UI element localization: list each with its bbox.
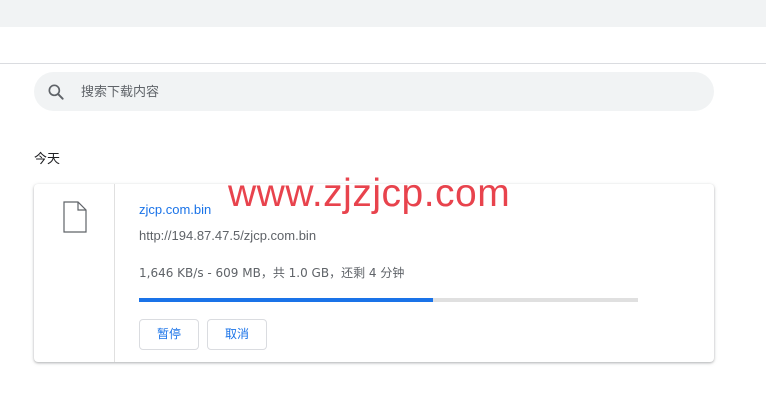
header-divider	[0, 63, 766, 64]
cancel-button[interactable]: 取消	[207, 319, 267, 350]
download-status-text: 1,646 KB/s - 609 MB，共 1.0 GB，还剩 4 分钟	[139, 266, 405, 280]
search-input[interactable]	[79, 72, 703, 113]
search-bar[interactable]	[34, 72, 714, 113]
download-source-url[interactable]: http://194.87.47.5/zjcp.com.bin	[139, 228, 316, 243]
date-section-title: 今天	[34, 152, 61, 167]
download-filename-link[interactable]: zjcp.com.bin	[139, 202, 211, 217]
file-icon-column	[34, 184, 115, 362]
download-progress-bar	[139, 298, 638, 302]
watermark-text: www.zjzjcp.com	[228, 172, 511, 215]
pause-button[interactable]: 暂停	[139, 319, 199, 350]
download-progress-fill	[139, 298, 434, 302]
search-icon[interactable]	[46, 82, 66, 102]
file-icon	[63, 201, 87, 233]
top-toolbar	[0, 0, 766, 27]
